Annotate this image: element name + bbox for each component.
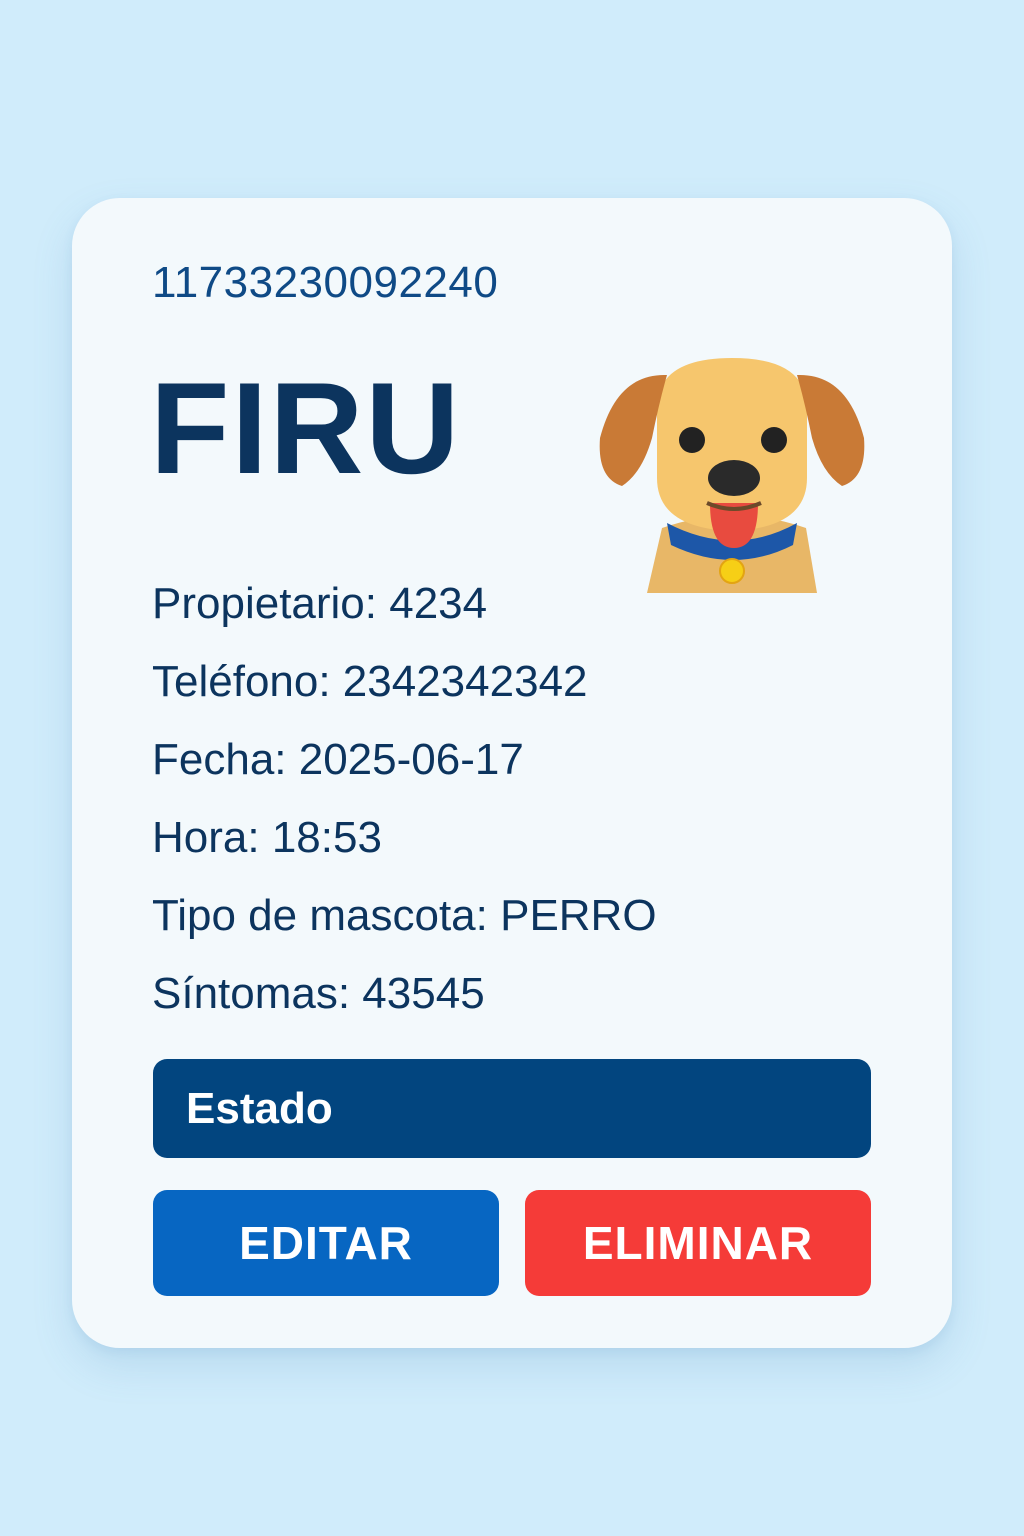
time-line: Hora: 18:53 <box>152 813 382 862</box>
symptoms-line: Síntomas: 43545 <box>152 969 485 1018</box>
status-dropdown[interactable]: Estado <box>153 1059 871 1158</box>
record-id: 11733230092240 <box>152 258 499 307</box>
edit-button[interactable]: EDITAR <box>153 1190 499 1296</box>
date-line: Fecha: 2025-06-17 <box>152 735 524 784</box>
pet-details: Propietario: 4234 Teléfono: 2342342342 F… <box>152 578 657 1046</box>
pet-name: FIRU <box>150 355 462 501</box>
owner-line: Propietario: 4234 <box>152 579 488 628</box>
delete-button[interactable]: ELIMINAR <box>525 1190 871 1296</box>
pet-record-card: 11733230092240 FIRU Propietario: 4234 Te… <box>72 198 952 1348</box>
dog-face-icon <box>599 358 865 593</box>
status-label: Estado <box>186 1083 333 1133</box>
phone-line: Teléfono: 2342342342 <box>152 657 588 706</box>
pet-type-line: Tipo de mascota: PERRO <box>152 891 657 940</box>
